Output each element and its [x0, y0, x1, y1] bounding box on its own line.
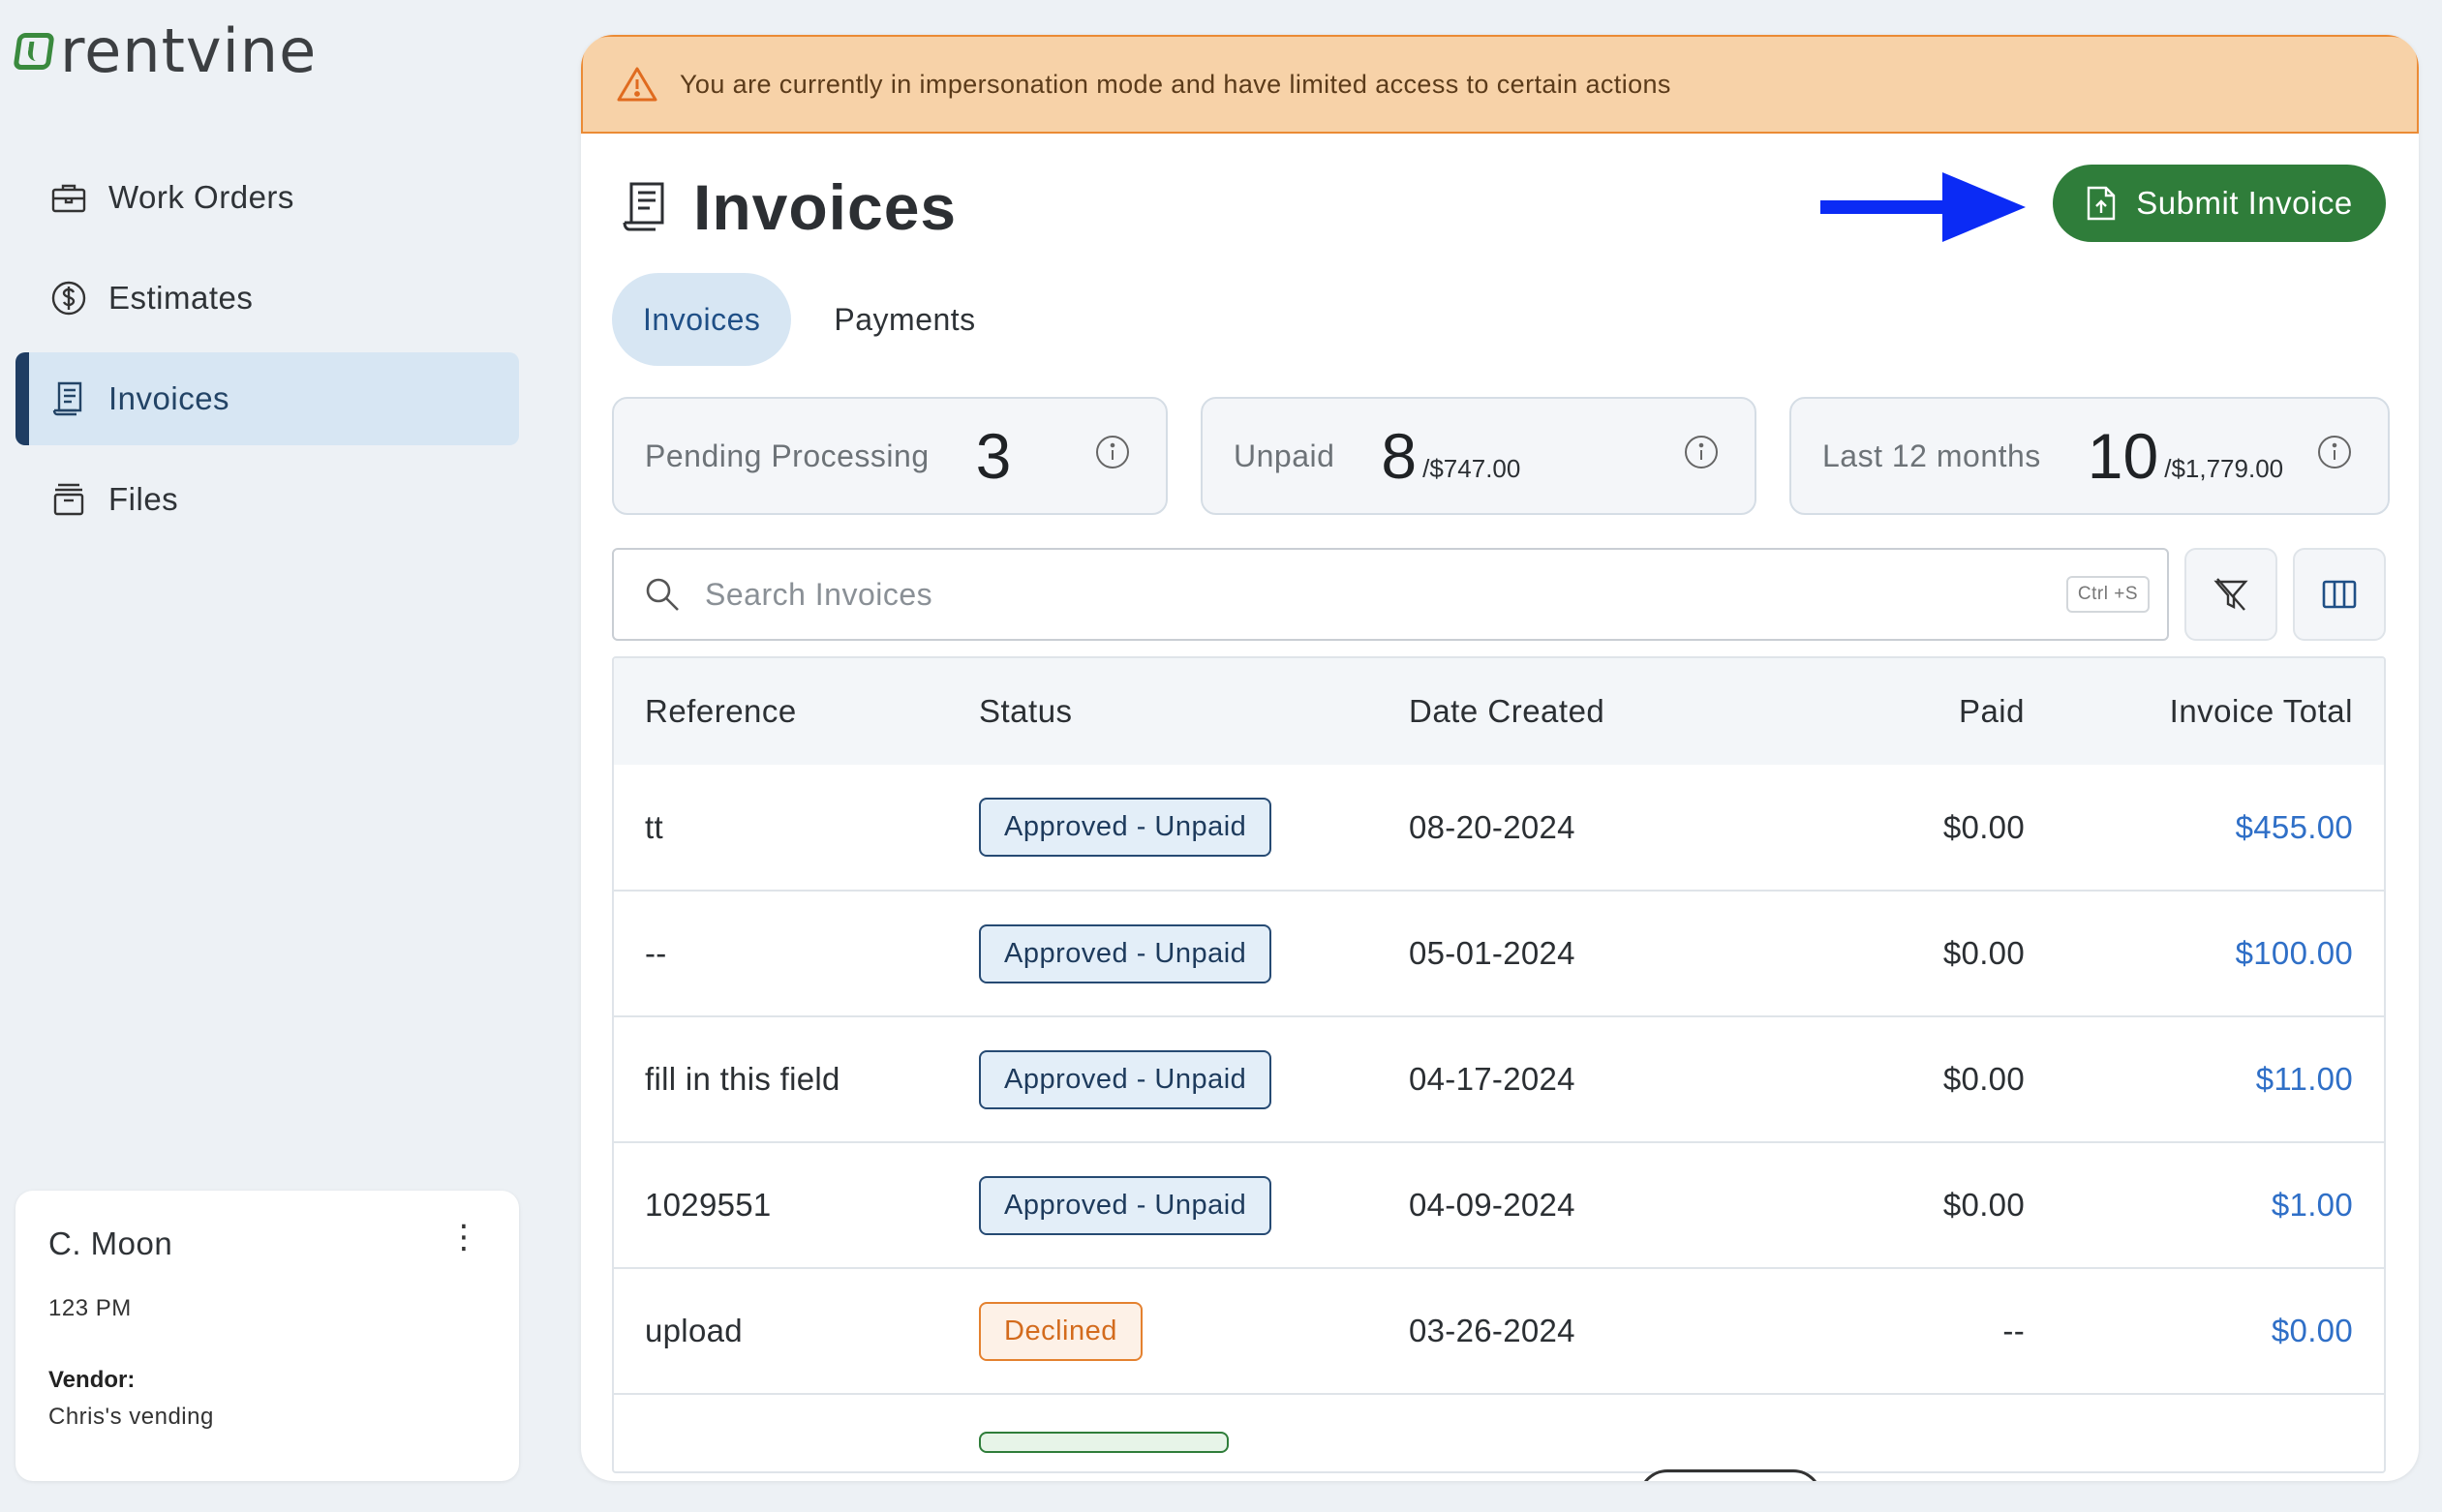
- user-name: C. Moon: [48, 1225, 173, 1261]
- stats-row: Pending Processing 3 Unpaid 8 /$747.00 L…: [612, 397, 2390, 515]
- table-row[interactable]: [614, 1394, 2384, 1461]
- status-badge: Approved - Unpaid: [979, 1049, 1272, 1109]
- vendor-label: Vendor:: [48, 1367, 136, 1393]
- cell-paid: $0.00: [1765, 765, 2056, 892]
- sidebar-nav: Work Orders Estimates Invoices Files: [15, 151, 519, 554]
- cell-reference: upload: [614, 1268, 948, 1395]
- logo-text: rentvine: [60, 15, 318, 86]
- table-header-row: Reference Status Date Created Paid Invoi…: [614, 658, 2384, 765]
- rentvine-logo[interactable]: rentvine: [13, 15, 318, 86]
- stat-label: Unpaid: [1234, 438, 1335, 473]
- page-header: Invoices: [620, 170, 957, 244]
- cell-paid: $0.00: [1765, 891, 2056, 1017]
- stat-label: Pending Processing: [645, 438, 930, 473]
- status-badge: Approved - Unpaid: [979, 1175, 1272, 1235]
- cell-invoice-total-link[interactable]: $455.00: [2056, 765, 2384, 892]
- sidebar-item-label: Work Orders: [108, 179, 294, 215]
- user-card: C. Moon ⋮ 123 PM Vendor: Chris's vending: [15, 1191, 519, 1481]
- cell-reference: 1029551: [614, 1142, 948, 1269]
- sidebar-item-invoices[interactable]: Invoices: [15, 352, 519, 445]
- columns-icon: [2322, 580, 2357, 609]
- sidebar-item-label: Estimates: [108, 280, 254, 316]
- info-icon[interactable]: [1094, 434, 1131, 470]
- logo-mark-icon: [13, 33, 55, 70]
- banner-text: You are currently in impersonation mode …: [680, 69, 1671, 99]
- info-icon[interactable]: [1683, 434, 1720, 470]
- invoices-table: Reference Status Date Created Paid Invoi…: [612, 656, 2386, 1473]
- vendor-name: Chris's vending: [48, 1404, 214, 1430]
- stat-count: 8: [1381, 420, 1418, 492]
- file-upload-icon: [2088, 186, 2116, 221]
- column-header-invoice-total[interactable]: Invoice Total: [2056, 658, 2384, 765]
- submit-invoice-button[interactable]: Submit Invoice: [2053, 165, 2386, 242]
- archive-icon: [50, 481, 87, 518]
- search-icon: [646, 578, 679, 611]
- cell-reference: tt: [614, 765, 948, 892]
- warning-icon: [617, 67, 657, 102]
- receipt-icon: [50, 380, 87, 417]
- cell-paid: $0.00: [1765, 1016, 2056, 1143]
- arrow-right-icon: [1820, 172, 2026, 242]
- status-badge: Declined: [979, 1301, 1143, 1361]
- stat-count: 10: [2087, 420, 2159, 492]
- cell-invoice-total-link[interactable]: $1.00: [2056, 1142, 2384, 1269]
- cell-date: 05-01-2024: [1378, 891, 1765, 1017]
- stat-unpaid: Unpaid 8 /$747.00: [1201, 397, 1756, 515]
- more-vertical-icon[interactable]: ⋮: [447, 1221, 480, 1254]
- cell-reference: --: [614, 891, 948, 1017]
- sidebar-item-label: Invoices: [108, 380, 230, 416]
- page-title: Invoices: [693, 171, 958, 243]
- column-header-status[interactable]: Status: [948, 658, 1378, 765]
- cell-invoice-total-link[interactable]: $0.00: [2056, 1268, 2384, 1395]
- table-row[interactable]: 1029551 Approved - Unpaid 04-09-2024 $0.…: [614, 1142, 2384, 1269]
- cell-invoice-total-link[interactable]: $100.00: [2056, 891, 2384, 1017]
- user-time: 123 PM: [48, 1295, 132, 1321]
- cell-reference: fill in this field: [614, 1016, 948, 1143]
- receipt-icon: [623, 182, 664, 231]
- table-row[interactable]: upload Declined 03-26-2024 -- $0.00: [614, 1268, 2384, 1395]
- cell-date: 04-09-2024: [1378, 1142, 1765, 1269]
- table-row[interactable]: -- Approved - Unpaid 05-01-2024 $0.00 $1…: [614, 891, 2384, 1017]
- search-input[interactable]: [705, 576, 2066, 613]
- column-header-reference[interactable]: Reference: [614, 658, 948, 765]
- tab-payments[interactable]: Payments: [803, 273, 1006, 366]
- sidebar-item-label: Files: [108, 481, 179, 517]
- cell-date: 08-20-2024: [1378, 765, 1765, 892]
- keyboard-shortcut-hint: Ctrl +S: [2065, 576, 2150, 613]
- impersonation-banner: You are currently in impersonation mode …: [581, 35, 2419, 134]
- stat-amount: /$747.00: [1422, 454, 1521, 483]
- info-icon[interactable]: [2316, 434, 2353, 470]
- sidebar-item-estimates[interactable]: Estimates: [15, 252, 519, 345]
- status-badge: Approved - Unpaid: [979, 923, 1272, 983]
- cell-invoice-total-link[interactable]: $11.00: [2056, 1016, 2384, 1143]
- cell-date: 03-26-2024: [1378, 1268, 1765, 1395]
- search-bar: Ctrl +S: [612, 548, 2169, 641]
- stat-count: 3: [975, 420, 1012, 492]
- tab-bar: Invoices Payments: [612, 273, 1007, 366]
- main-panel: You are currently in impersonation mode …: [581, 35, 2419, 1481]
- stat-last-12-months: Last 12 months 10 /$1,779.00: [1789, 397, 2390, 515]
- cell-paid: --: [1765, 1268, 2056, 1395]
- clear-filter-button[interactable]: [2184, 548, 2277, 641]
- stat-amount: /$1,779.00: [2164, 454, 2284, 483]
- dollar-circle-icon: [50, 280, 87, 317]
- submit-invoice-label: Submit Invoice: [2136, 185, 2353, 221]
- sidebar-item-work-orders[interactable]: Work Orders: [15, 151, 519, 244]
- scroll-indicator[interactable]: [1638, 1469, 1822, 1481]
- table-row[interactable]: fill in this field Approved - Unpaid 04-…: [614, 1016, 2384, 1143]
- columns-button[interactable]: [2293, 548, 2386, 641]
- briefcase-icon: [50, 179, 87, 216]
- column-header-paid[interactable]: Paid: [1765, 658, 2056, 765]
- status-badge: Approved - Unpaid: [979, 798, 1272, 857]
- tab-invoices[interactable]: Invoices: [612, 273, 792, 366]
- sidebar-item-files[interactable]: Files: [15, 453, 519, 546]
- stat-pending-processing: Pending Processing 3: [612, 397, 1168, 515]
- cell-paid: $0.00: [1765, 1142, 2056, 1269]
- stat-label: Last 12 months: [1822, 438, 2041, 473]
- column-header-date-created[interactable]: Date Created: [1378, 658, 1765, 765]
- filter-off-icon: [2213, 578, 2248, 611]
- cell-date: 04-17-2024: [1378, 1016, 1765, 1143]
- table-row[interactable]: tt Approved - Unpaid 08-20-2024 $0.00 $4…: [614, 765, 2384, 892]
- status-badge: [979, 1432, 1229, 1453]
